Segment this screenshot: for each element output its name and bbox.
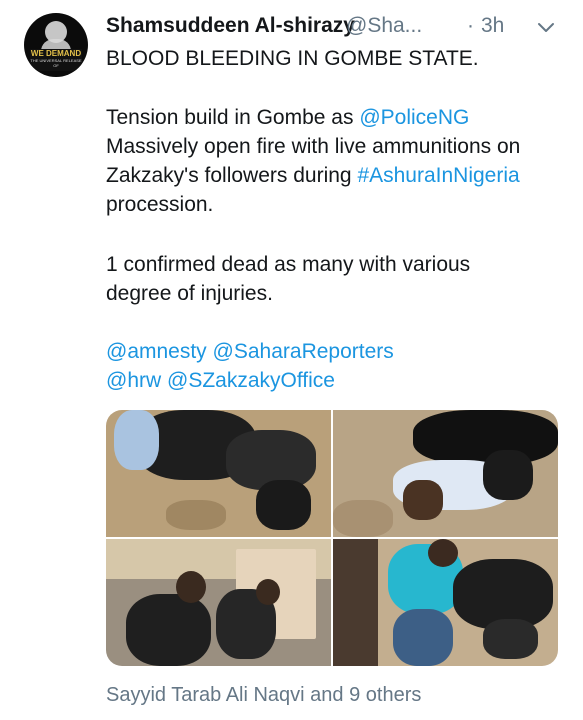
mention-link-hrw[interactable]: @hrw: [106, 369, 161, 392]
mention-link-amnesty[interactable]: @amnesty: [106, 340, 207, 363]
tweet-text-line: @hrw @SZakzakyOffice: [106, 366, 335, 395]
tweet-photo-2[interactable]: [333, 410, 558, 537]
tweet-text-fragment: Tension build in Gombe as: [106, 106, 360, 129]
mention-link-saharareporters[interactable]: @SaharaReporters: [213, 340, 394, 363]
tweet-text-line: @amnesty @SaharaReporters: [106, 337, 394, 366]
tweet-text-line: Zakzaky's followers during #AshuraInNige…: [106, 161, 520, 190]
avatar-banner-title: WE DEMAND: [30, 49, 82, 58]
avatar-banner: WE DEMAND THE UNIVERSAL RELEASE OF: [30, 49, 82, 71]
hashtag-link[interactable]: #AshuraInNigeria: [357, 164, 519, 187]
tweet-text-line: Massively open fire with live ammunition…: [106, 135, 521, 158]
tweet-text-line: BLOOD BLEEDING IN GOMBE STATE.: [106, 47, 479, 70]
author-avatar[interactable]: WE DEMAND THE UNIVERSAL RELEASE OF: [24, 13, 88, 77]
likes-summary[interactable]: Sayyid Tarab Ali Naqvi and 9 others: [106, 684, 421, 707]
tweet-text-line: procession.: [106, 193, 214, 216]
tweet-photo-3[interactable]: [106, 539, 331, 666]
tweet-text-fragment: Zakzaky's followers during: [106, 164, 358, 187]
chevron-down-icon[interactable]: [536, 18, 556, 38]
tweet-header: Shamsuddeen Al-shirazy @Sha... · 3h: [106, 12, 566, 42]
tweet-timestamp[interactable]: 3h: [481, 14, 504, 38]
tweet-photo-4[interactable]: [333, 539, 558, 666]
mention-link-policeng[interactable]: @PoliceNG: [359, 106, 469, 129]
mention-link-szakzakyoffice[interactable]: @SZakzakyOffice: [167, 369, 335, 392]
tweet-text-line: degree of injuries.: [106, 282, 273, 305]
header-separator: ·: [467, 14, 474, 37]
tweet-text-line: Tension build in Gombe as @PoliceNG: [106, 103, 469, 132]
tweet-text-line: 1 confirmed dead as many with various: [106, 253, 471, 276]
author-handle[interactable]: @Sha...: [346, 14, 422, 38]
photo-grid: [106, 410, 558, 666]
avatar-banner-subtitle: THE UNIVERSAL RELEASE OF: [30, 58, 82, 68]
tweet-photo-1[interactable]: [106, 410, 331, 537]
tweet-card[interactable]: WE DEMAND THE UNIVERSAL RELEASE OF Shams…: [0, 0, 583, 720]
author-name[interactable]: Shamsuddeen Al-shirazy: [106, 14, 355, 38]
